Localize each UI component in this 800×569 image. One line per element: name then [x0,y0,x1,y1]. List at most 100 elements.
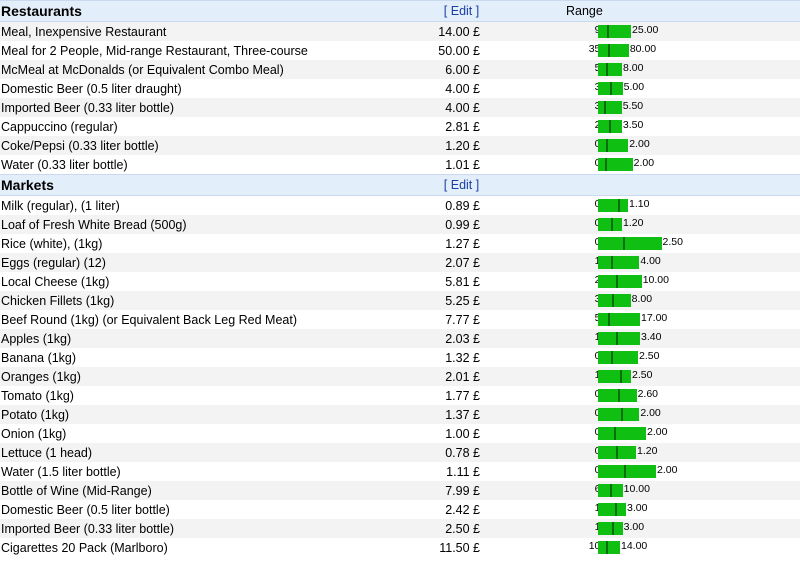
item-price: 11.50 £ [439,540,480,555]
range-bar: 0.452.50 [513,234,800,253]
item-price: 2.81 £ [445,119,480,134]
edit-cell: [ Edit ] [410,174,512,196]
range-cell: 0.502.00 [512,424,800,443]
range-bar: 10.0014.00 [513,538,800,557]
item-price: 1.00 £ [445,426,480,441]
range-cell: 2.203.50 [512,117,800,136]
range-bar-fill [598,370,631,383]
range-bar: 1.003.40 [513,329,800,348]
item-label: Oranges (1kg) [0,367,410,386]
range-bar-fill [598,237,662,250]
item-label: Eggs (regular) (12) [0,253,410,272]
range-cell: 6.0010.00 [512,481,800,500]
range-bar: 0.751.20 [513,215,800,234]
range-bar-fill [598,465,656,478]
price-row: Onion (1kg) 1.00 £ 0.502.00 [0,424,800,443]
range-bar: 3.258.00 [513,291,800,310]
range-high: 2.00 [647,426,668,438]
range-high: 80.00 [629,43,657,55]
price-row: Domestic Beer (0.5 liter draught) 4.00 £ 3… [0,79,800,98]
range-high: 2.50 [632,369,653,381]
range-bar-fill [598,332,640,345]
range-cell: 0.452.50 [512,234,800,253]
range-bar-fill [598,256,640,269]
average-marker [606,25,609,38]
average-marker [618,389,621,402]
range-high: 3.50 [622,119,644,131]
item-label: Rice (white), (1kg) [1,236,103,251]
item-label: Water (0.33 liter bottle) [1,157,128,172]
item-label: Beef Round (1kg) (or Equivalent Back Leg… [1,312,297,327]
price-row: Bottle of Wine (Mid-Range)7.99 £6.0010.0… [0,481,800,500]
section-header-markets: Markets [ Edit ] [0,174,800,196]
range-bar: 0.602.00 [513,405,800,424]
range-cell: 1.003.40 [512,329,800,348]
average-marker [617,199,620,212]
range-cell: 3.005.00 [512,79,800,98]
range-bar: 2.8010.00 [513,272,800,291]
item-price: 5.81 £ [445,274,480,289]
average-marker [606,63,608,76]
range-high: 4.00 [640,255,661,267]
average-marker [612,522,615,535]
range-high: 10.00 [623,483,650,495]
price-table-body: Restaurants[ Edit ] Range Meal, Inexpensiv… [0,0,800,558]
range-bar: 35.0080.00 [513,41,800,60]
price-row: Meal for 2 People, Mid-range Restaurant,… [0,41,800,60]
item-label: Imported Beer (0.33 liter bottle) [0,519,410,538]
range-cell: 0.782.50 [512,348,800,367]
range-header: Range [512,0,800,22]
item-price: 1.20 £ [410,136,512,155]
average-marker [606,541,609,554]
range-bar: 0.852.60 [513,386,800,405]
range-bar: 1.503.00 [513,500,800,519]
range-bar-fill [598,389,637,402]
price-table: Restaurants[ Edit ] Range Meal, Inexpensiv… [0,0,800,557]
item-label: Bottle of Wine (Mid-Range) [0,481,410,500]
item-price: 4.00 £ [410,98,512,117]
range-bar: 1.204.00 [513,253,800,272]
range-high: 8.00 [631,293,653,305]
range-bar: 0.502.00 [513,424,800,443]
item-price: 7.77 £ [445,312,480,327]
price-row: Loaf of Fresh White Bread (500g)0.99 £0.… [0,215,800,234]
range-bar: 6.0010.00 [513,481,800,500]
range-bar-fill [598,44,629,57]
range-high: 3.00 [623,521,645,533]
item-label: McMeal at McDonalds (or Equivalent Combo… [0,60,410,79]
average-marker [620,408,623,421]
range-bar-fill [598,25,632,38]
price-row: Imported Beer (0.33 liter bottle)2.50 £1… [0,519,800,538]
average-marker [610,218,613,231]
item-price: 1.11 £ [446,464,480,479]
price-row: Water (1.5 liter bottle) 1.11 £ 0.402.00 [0,462,800,481]
range-bar: 0.401.20 [513,443,800,462]
range-bar-fill [598,313,640,326]
price-row: Potato (1kg)1.37 £0.602.00 [0,405,800,424]
price-row: Chicken Fillets (1kg)5.25 £3.258.00 [0,291,800,310]
average-marker [610,351,613,364]
range-bar-fill [598,101,622,114]
range-bar-fill [598,351,639,364]
range-bar-fill [598,408,640,421]
item-label: Lettuce (1 head) [0,443,410,462]
range-cell: 0.602.00 [512,405,800,424]
range-cell: 0.852.60 [512,386,800,405]
item-price: 1.37 £ [410,405,512,424]
item-label: Domestic Beer (0.5 liter draught) [1,81,182,96]
average-marker [605,158,608,171]
price-row: Apples (1kg)2.03 £1.003.40 [0,329,800,348]
average-marker [616,332,619,345]
edit-link-restaurants[interactable]: [ Edit ] [444,4,479,18]
edit-link-markets[interactable]: [ Edit ] [444,178,479,192]
range-bar-fill [598,63,622,76]
range-bar: 0.902.00 [513,136,800,155]
price-row: Milk (regular), (1 liter) 0.89 £ 0.501.10 [0,196,800,216]
range-cell: 10.0014.00 [512,538,800,557]
range-cell: 1.002.50 [512,367,800,386]
price-row: Eggs (regular) (12)2.07 £1.204.00 [0,253,800,272]
price-row: Meal, Inexpensive Restaurant14.00 £9.992… [0,21,800,41]
price-row: Local Cheese (1kg) 5.81 £ 2.8010.00 [0,272,800,291]
average-marker [611,294,614,307]
item-price: 1.01 £ [445,157,480,172]
